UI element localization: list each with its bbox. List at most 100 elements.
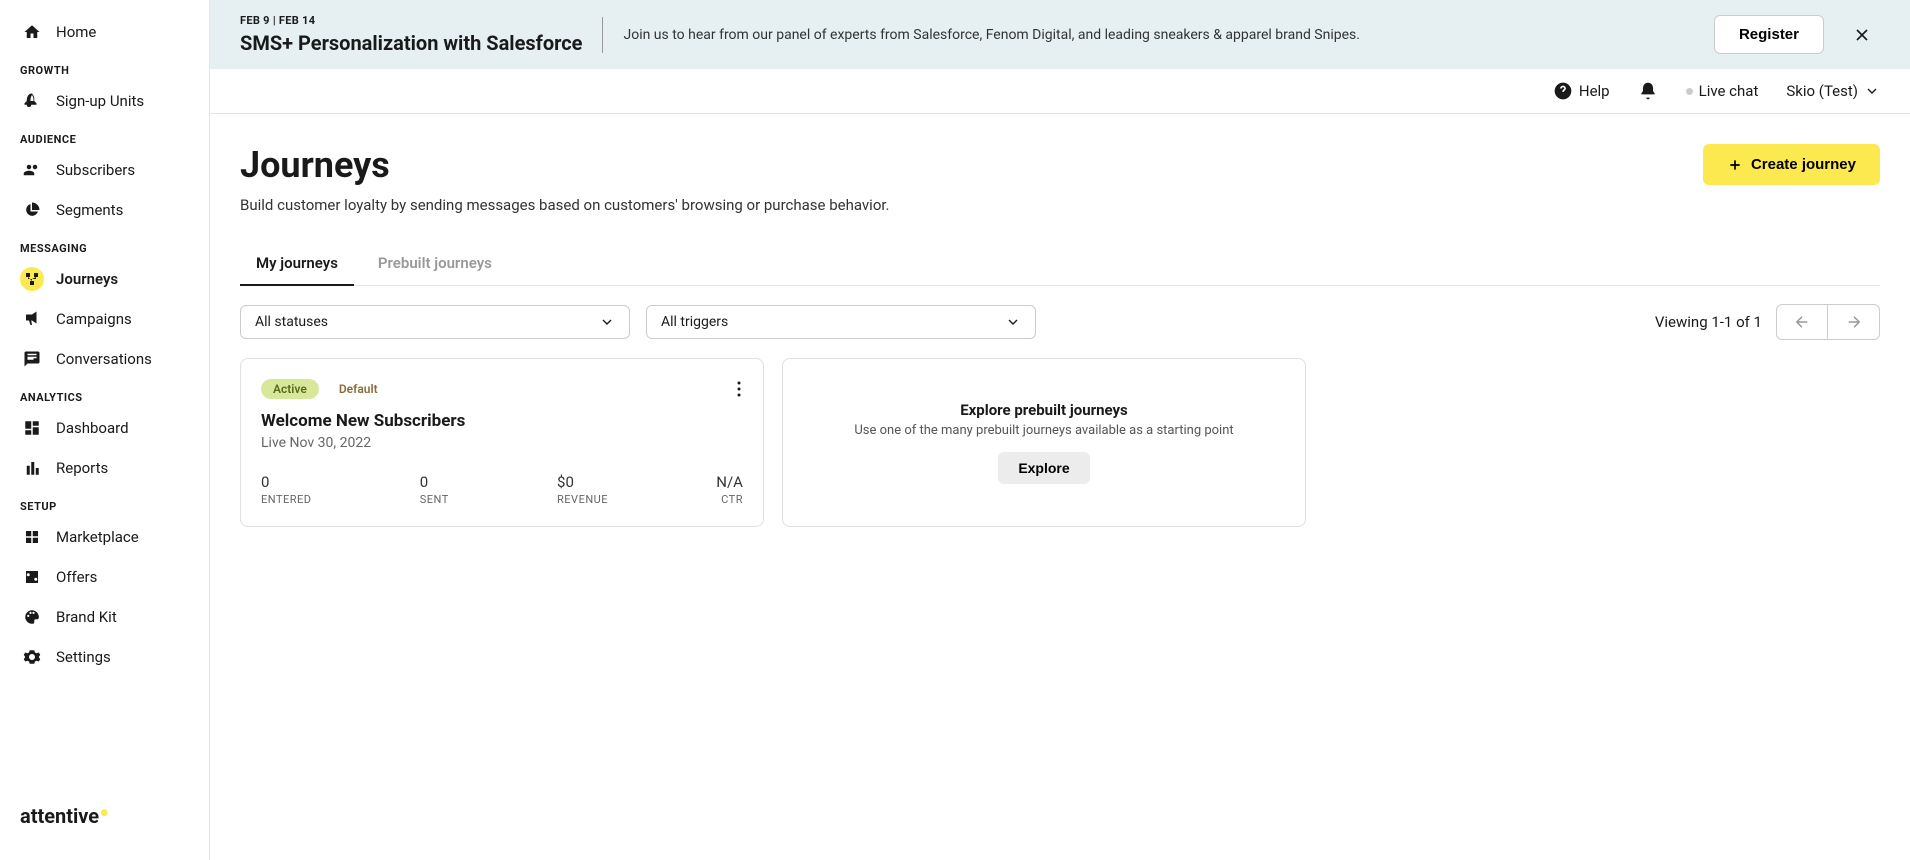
main-area: FEB 9 | FEB 14 SMS+ Personalization with… — [210, 0, 1910, 860]
create-journey-button[interactable]: Create journey — [1703, 144, 1880, 185]
card-menu-button[interactable] — [735, 379, 743, 399]
stat-label: SENT — [420, 493, 449, 506]
status-badge: Active — [261, 379, 319, 399]
sidebar-item-journeys[interactable]: Journeys — [0, 259, 209, 299]
banner-date: FEB 9 | FEB 14 — [240, 14, 582, 27]
explore-card: Explore prebuilt journeys Use one of the… — [782, 358, 1306, 527]
sidebar-section-messaging: MESSAGING — [0, 230, 209, 259]
stat-value: $0 — [557, 473, 608, 491]
banner-title: SMS+ Personalization with Salesforce — [240, 31, 582, 55]
page-title: Journeys — [240, 144, 390, 186]
sidebar-item-label: Settings — [56, 648, 111, 666]
sidebar-item-reports[interactable]: Reports — [0, 448, 209, 488]
banner-description: Join us to hear from our panel of expert… — [623, 27, 1693, 43]
pagination-next-button[interactable] — [1828, 304, 1880, 340]
live-chat-link[interactable]: Live chat — [1686, 82, 1759, 100]
trigger-filter-value: All triggers — [661, 314, 728, 330]
sidebar-item-label: Offers — [56, 568, 97, 586]
sidebar-item-label: Marketplace — [56, 528, 139, 546]
sidebar-item-dashboard[interactable]: Dashboard — [0, 408, 209, 448]
people-icon — [20, 158, 44, 182]
home-icon — [20, 20, 44, 44]
sidebar-item-label: Brand Kit — [56, 608, 117, 626]
trigger-filter[interactable]: All triggers — [646, 305, 1036, 339]
page-subtitle: Build customer loyalty by sending messag… — [240, 196, 1880, 214]
pagination: Viewing 1-1 of 1 — [1655, 304, 1880, 340]
notifications-button[interactable] — [1638, 81, 1658, 101]
divider — [602, 17, 603, 53]
close-banner-button[interactable] — [1844, 17, 1880, 53]
stat-value: 0 — [261, 473, 312, 491]
account-menu[interactable]: Skio (Test) — [1786, 82, 1880, 100]
bar-chart-icon — [20, 456, 44, 480]
create-journey-label: Create journey — [1751, 156, 1856, 173]
stat-label: REVENUE — [557, 493, 608, 506]
stat-label: CTR — [716, 493, 743, 506]
sidebar: Home GROWTH Sign-up Units AUDIENCE Subsc… — [0, 0, 210, 860]
card-header: Active Default — [261, 379, 743, 399]
explore-description: Use one of the many prebuilt journeys av… — [854, 423, 1233, 438]
sidebar-section-audience: AUDIENCE — [0, 121, 209, 150]
sidebar-item-settings[interactable]: Settings — [0, 637, 209, 677]
explore-button[interactable]: Explore — [998, 452, 1089, 484]
sidebar-item-label: Sign-up Units — [56, 92, 144, 110]
dots-vertical-icon — [737, 381, 741, 397]
explore-title: Explore prebuilt journeys — [960, 401, 1128, 419]
arrow-left-icon — [1793, 313, 1811, 331]
sidebar-item-label: Reports — [56, 459, 108, 477]
topbar: Help Live chat Skio (Test) — [210, 69, 1910, 114]
page-header: Journeys Create journey — [240, 144, 1880, 186]
sidebar-item-home[interactable]: Home — [0, 12, 209, 52]
journey-title: Welcome New Subscribers — [261, 411, 743, 431]
sidebar-item-segments[interactable]: Segments — [0, 190, 209, 230]
tabs: My journeys Prebuilt journeys — [240, 242, 1880, 286]
chevron-down-icon — [599, 314, 615, 330]
marketplace-icon — [20, 525, 44, 549]
tab-prebuilt-journeys[interactable]: Prebuilt journeys — [362, 242, 508, 286]
chevron-down-icon — [1864, 83, 1880, 99]
journey-subtitle: Live Nov 30, 2022 — [261, 435, 743, 451]
sidebar-item-label: Journeys — [56, 270, 118, 288]
chevron-down-icon — [1005, 314, 1021, 330]
status-filter[interactable]: All statuses — [240, 305, 630, 339]
stat-revenue: $0 REVENUE — [557, 473, 608, 506]
sidebar-item-brand-kit[interactable]: Brand Kit — [0, 597, 209, 637]
announcement-banner: FEB 9 | FEB 14 SMS+ Personalization with… — [210, 0, 1910, 69]
sidebar-item-campaigns[interactable]: Campaigns — [0, 299, 209, 339]
stat-value: N/A — [716, 473, 743, 491]
register-button[interactable]: Register — [1714, 15, 1824, 54]
plus-icon — [1727, 157, 1743, 173]
sidebar-section-analytics: ANALYTICS — [0, 379, 209, 408]
rocket-icon — [20, 89, 44, 113]
journey-icon — [20, 267, 44, 291]
status-filter-value: All statuses — [255, 314, 328, 330]
sidebar-item-offers[interactable]: Offers — [0, 557, 209, 597]
sidebar-item-conversations[interactable]: Conversations — [0, 339, 209, 379]
segment-icon — [20, 198, 44, 222]
sidebar-item-label: Campaigns — [56, 310, 132, 328]
sidebar-item-signup-units[interactable]: Sign-up Units — [0, 81, 209, 121]
pagination-prev-button[interactable] — [1776, 304, 1828, 340]
close-icon — [1852, 25, 1872, 45]
chat-icon — [20, 347, 44, 371]
sidebar-item-label: Home — [56, 23, 96, 41]
sidebar-logo: attentive • — [0, 784, 209, 848]
page-content: Journeys Create journey Build customer l… — [210, 114, 1910, 860]
help-link[interactable]: Help — [1553, 81, 1610, 101]
bell-icon — [1638, 81, 1658, 101]
banner-heading-group: FEB 9 | FEB 14 SMS+ Personalization with… — [240, 14, 582, 55]
dashboard-icon — [20, 416, 44, 440]
status-dot-icon — [1686, 88, 1693, 95]
live-chat-label: Live chat — [1699, 82, 1759, 100]
sidebar-item-marketplace[interactable]: Marketplace — [0, 517, 209, 557]
sidebar-item-subscribers[interactable]: Subscribers — [0, 150, 209, 190]
badges: Active Default — [261, 379, 390, 399]
filters-row: All statuses All triggers Viewing 1-1 of… — [240, 304, 1880, 340]
logo-text: attentive — [20, 804, 99, 828]
stat-label: ENTERED — [261, 493, 312, 506]
sidebar-item-label: Conversations — [56, 350, 152, 368]
help-icon — [1553, 81, 1573, 101]
journey-card[interactable]: Active Default Welcome New Subscribers L… — [240, 358, 764, 527]
tab-my-journeys[interactable]: My journeys — [240, 242, 354, 286]
stat-ctr: N/A CTR — [716, 473, 743, 506]
